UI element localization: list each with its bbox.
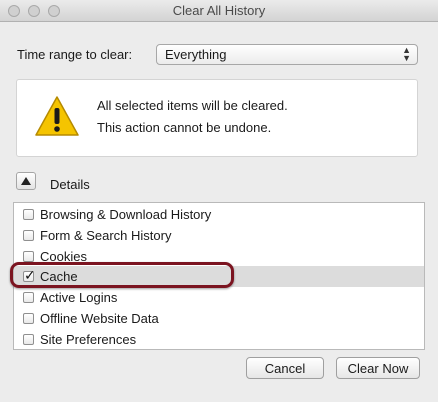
warning-message-line1: All selected items will be cleared. <box>97 98 288 113</box>
checkbox[interactable] <box>23 292 34 303</box>
list-item-label: Browsing & Download History <box>40 207 212 222</box>
checkbox[interactable] <box>23 209 34 220</box>
warning-triangle-icon <box>35 96 79 136</box>
cancel-button[interactable]: Cancel <box>246 357 324 379</box>
checkbox[interactable] <box>23 334 34 345</box>
checkbox[interactable] <box>23 313 34 324</box>
list-item[interactable]: Form & Search History <box>14 225 424 246</box>
checkbox[interactable] <box>23 230 34 241</box>
list-item[interactable]: Offline Website Data <box>14 308 424 329</box>
clear-now-button[interactable]: Clear Now <box>336 357 420 379</box>
list-item-label: Site Preferences <box>40 332 137 347</box>
time-range-label: Time range to clear: <box>17 47 133 62</box>
title-bar: Clear All History <box>0 0 438 22</box>
list-item[interactable]: Site Preferences <box>14 329 424 350</box>
warning-box: All selected items will be cleared. This… <box>16 79 418 157</box>
list-item[interactable]: Browsing & Download History <box>14 204 424 225</box>
time-range-select[interactable]: Everything ▲ ▼ <box>156 44 418 65</box>
details-disclosure-button[interactable] <box>16 172 36 190</box>
list-item-label: Offline Website Data <box>40 311 159 326</box>
window-title: Clear All History <box>172 3 266 18</box>
time-range-value: Everything <box>165 47 227 62</box>
warning-message-line2: This action cannot be undone. <box>97 120 272 135</box>
list-item[interactable]: Active Logins <box>14 287 424 308</box>
list-item-label: Form & Search History <box>40 228 172 243</box>
details-label: Details <box>50 177 90 192</box>
checkbox[interactable] <box>23 251 34 262</box>
annotation-highlight <box>10 262 234 288</box>
list-item-label: Active Logins <box>40 290 118 305</box>
triangle-up-icon <box>21 177 31 185</box>
select-arrows-icon: ▲ ▼ <box>402 45 411 63</box>
